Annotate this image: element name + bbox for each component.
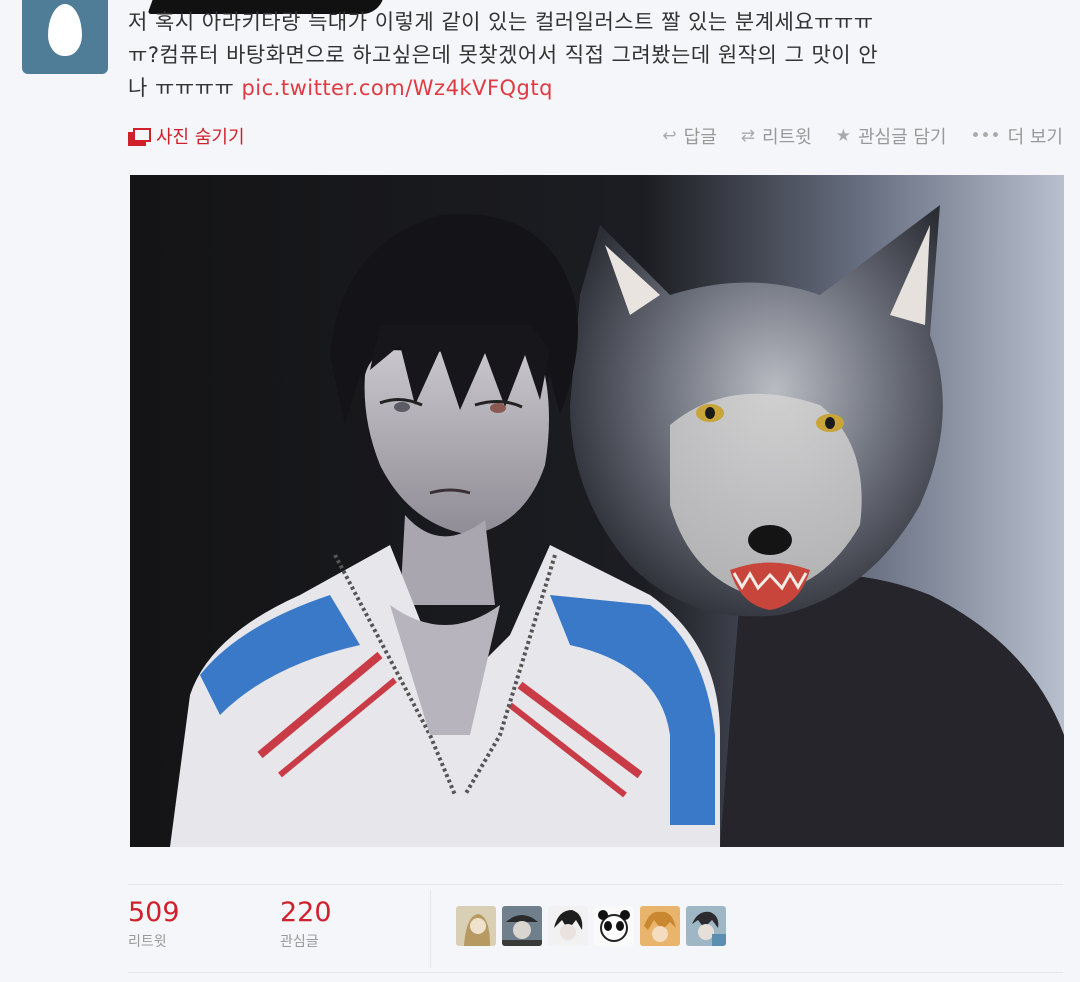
reply-button[interactable]: ↩ 답글 (662, 123, 716, 149)
favorite-count[interactable]: 220 관심글 (280, 897, 332, 951)
retweet-label: 리트윗 (762, 127, 812, 148)
photo-stack-icon (128, 128, 151, 146)
retweet-count-label: 리트윗 (128, 934, 167, 950)
hide-photo-label: 사진 숨기기 (156, 127, 245, 148)
tweet-text-line: 저 혹시 아라키타랑 늑대가 이렇게 같이 있는 컬러일러스트 짤 있는 분계세… (128, 10, 874, 34)
more-label: 더 보기 (1007, 127, 1063, 148)
hide-photo-button[interactable]: 사진 숨기기 (128, 123, 245, 149)
tweet-actions-bar: 사진 숨기기 ↩ 답글 ⇄ 리트윗 ★ 관심글 담기 ••• 더 보기 (128, 123, 1063, 153)
user-avatar[interactable] (22, 0, 108, 74)
reply-label: 답글 (683, 127, 717, 148)
favorite-count-number: 220 (280, 897, 332, 928)
favorited-by-avatars (456, 906, 726, 946)
tweet-photo[interactable] (130, 175, 1064, 847)
favorite-count-label: 관심글 (280, 934, 319, 950)
reply-arrow-icon: ↩ (662, 126, 677, 146)
retweet-count[interactable]: 509 리트윗 (128, 897, 180, 951)
divider (128, 972, 1063, 973)
default-egg-icon (48, 4, 82, 56)
tweet-text-line: 나 ㅠㅠㅠㅠ pic.twitter.com/Wz4kVFQgtq (128, 72, 1068, 105)
retweet-button[interactable]: ⇄ 리트윗 (741, 123, 812, 149)
tweet-text: 저 혹시 아라키타랑 늑대가 이렇게 같이 있는 컬러일러스트 짤 있는 분계세… (128, 6, 1068, 105)
tweet-text-suffix: 나 ㅠㅠㅠㅠ (128, 76, 242, 100)
more-button[interactable]: ••• 더 보기 (971, 123, 1064, 149)
retweet-count-number: 509 (128, 897, 180, 928)
user-avatar[interactable] (456, 906, 496, 946)
user-avatar[interactable] (548, 906, 588, 946)
favorite-button[interactable]: ★ 관심글 담기 (836, 123, 947, 149)
divider (128, 884, 1063, 885)
ellipsis-icon: ••• (970, 126, 1001, 146)
favorite-label: 관심글 담기 (857, 127, 947, 148)
user-avatar[interactable] (594, 906, 634, 946)
star-icon: ★ (835, 126, 851, 146)
retweet-icon: ⇄ (740, 126, 756, 146)
user-avatar[interactable] (640, 906, 680, 946)
illustration-boy-and-wolf (130, 175, 1064, 847)
divider (430, 890, 431, 968)
photo-link[interactable]: pic.twitter.com/Wz4kVFQgtq (241, 76, 553, 100)
tweet-text-line: ㅠ?컴퓨터 바탕화면으로 하고싶은데 못찾겠어서 직접 그려봤는데 원작의 그 … (128, 43, 879, 67)
user-avatar[interactable] (502, 906, 542, 946)
user-avatar[interactable] (686, 906, 726, 946)
